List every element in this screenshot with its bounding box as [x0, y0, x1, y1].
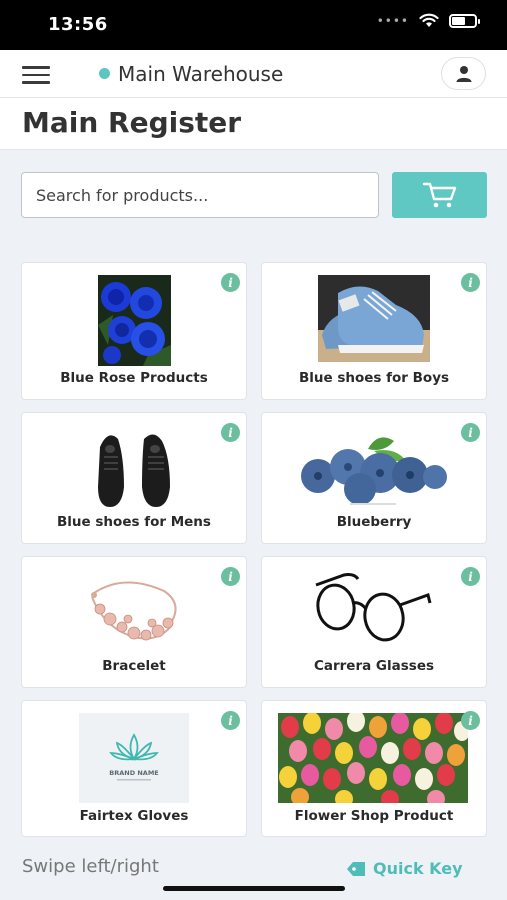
info-icon[interactable]: i	[461, 423, 480, 442]
blue-sneakers-image	[318, 275, 430, 362]
product-card[interactable]: i Blue shoes for Mens	[21, 412, 247, 544]
product-label: Blue shoes for Mens	[57, 514, 211, 530]
cart-icon	[422, 182, 456, 208]
status-bar: 13:56 ••••	[0, 0, 507, 50]
black-shoes-image	[92, 427, 176, 511]
product-card[interactable]: i Flower Shop Product	[261, 700, 487, 837]
product-search-input[interactable]	[21, 172, 379, 218]
blue-roses-image	[98, 275, 171, 366]
swipe-hint: Swipe left/right	[22, 856, 159, 877]
info-icon[interactable]: i	[461, 273, 480, 292]
cart-button[interactable]	[392, 172, 487, 218]
info-icon[interactable]: i	[221, 711, 240, 730]
quick-key-label: Quick Key	[373, 859, 463, 878]
info-icon[interactable]: i	[221, 273, 240, 292]
user-account-button[interactable]	[441, 57, 486, 90]
location-name[interactable]: Main Warehouse	[118, 62, 283, 86]
blueberries-image	[298, 431, 448, 509]
product-card[interactable]: i Blue Rose Products	[21, 262, 247, 400]
title-bar: Main Register	[0, 98, 507, 150]
tag-icon	[347, 861, 365, 876]
quick-key-button[interactable]: Quick Key	[346, 859, 463, 878]
battery-icon	[449, 13, 480, 28]
signal-icon: ••••	[376, 13, 409, 28]
status-icons: ••••	[376, 13, 480, 28]
product-label: Blue Rose Products	[60, 370, 208, 386]
brand-logo-image: BRAND NAME	[79, 713, 189, 803]
info-icon[interactable]: i	[461, 711, 480, 730]
brand-name-text: BRAND NAME	[109, 769, 158, 777]
product-label: Fairtex Gloves	[79, 808, 189, 824]
product-card[interactable]: i BRAND NAME Fairtex Gloves	[21, 700, 247, 837]
product-label: Flower Shop Product	[294, 808, 454, 824]
info-icon[interactable]: i	[221, 567, 240, 586]
info-icon[interactable]: i	[461, 567, 480, 586]
product-label: Bracelet	[102, 658, 166, 674]
app-header: Main Warehouse	[0, 50, 507, 98]
product-label: Carrera Glasses	[313, 658, 435, 674]
battery-level	[452, 16, 465, 25]
product-label: Blueberry	[336, 514, 412, 530]
status-time: 13:56	[48, 14, 108, 35]
page-title: Main Register	[22, 106, 242, 139]
product-card[interactable]: i Blue shoes for Boys	[261, 262, 487, 400]
wifi-icon	[419, 13, 439, 27]
product-card[interactable]: i Blueberry	[261, 412, 487, 544]
glasses-image	[314, 571, 434, 653]
menu-icon[interactable]	[22, 66, 50, 84]
home-indicator[interactable]	[163, 886, 345, 891]
user-icon	[456, 65, 471, 82]
product-card[interactable]: i Carrera Glasses	[261, 556, 487, 688]
tulips-image	[278, 713, 468, 803]
location-status-dot	[99, 68, 110, 79]
bracelet-image	[84, 573, 184, 653]
product-label: Blue shoes for Boys	[298, 370, 450, 386]
info-icon[interactable]: i	[221, 423, 240, 442]
product-card[interactable]: i Bracelet	[21, 556, 247, 688]
